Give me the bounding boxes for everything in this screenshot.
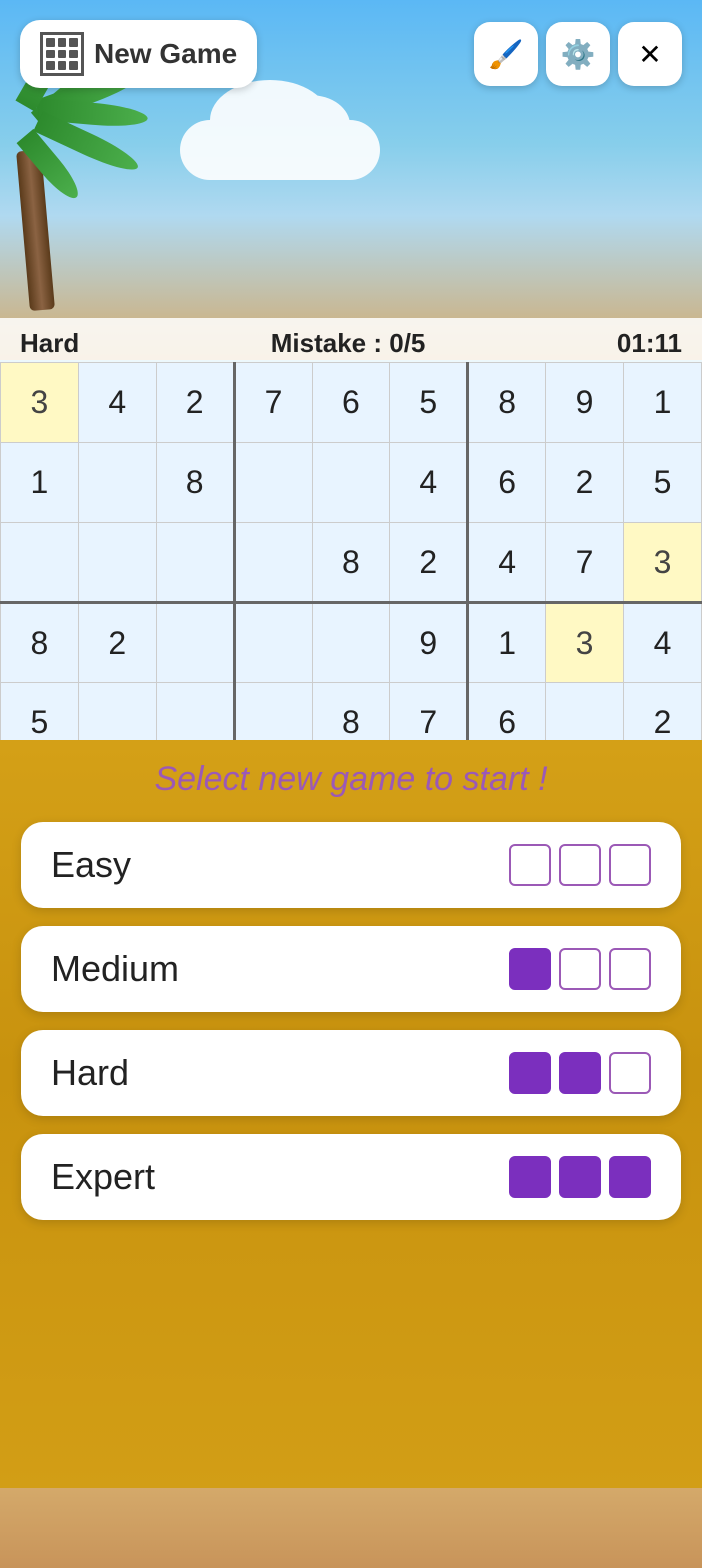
cell-1-6[interactable]: 6 [468, 443, 546, 523]
table-row: 8 2 4 7 3 [1, 523, 702, 603]
cell-2-3[interactable] [234, 523, 312, 603]
easy-dot-1 [509, 844, 551, 886]
medium-difficulty-button[interactable]: Medium [21, 926, 681, 1012]
hard-dot-2 [559, 1052, 601, 1094]
cell-0-5[interactable]: 5 [390, 363, 468, 443]
hard-dot-1 [509, 1052, 551, 1094]
beach-strip [0, 1488, 702, 1568]
cell-0-8[interactable]: 1 [624, 363, 702, 443]
cell-0-3[interactable]: 7 [234, 363, 312, 443]
easy-difficulty-button[interactable]: Easy [21, 822, 681, 908]
top-bar: New Game 🖌️ ⚙️ ✕ [0, 20, 702, 88]
cell-1-8[interactable]: 5 [624, 443, 702, 523]
table-row: 1 8 4 6 2 5 [1, 443, 702, 523]
mistake-label: Mistake : 0/5 [271, 328, 426, 359]
cell-3-1[interactable]: 2 [78, 603, 156, 683]
cell-0-0[interactable]: 3 [1, 363, 79, 443]
new-game-button[interactable]: New Game [20, 20, 257, 88]
sudoku-grid: 3 4 2 7 6 5 8 9 1 1 8 4 6 2 5 8 2 [0, 362, 702, 763]
expert-dot-3 [609, 1156, 651, 1198]
table-row: 8 2 9 1 3 4 [1, 603, 702, 683]
medium-dot-3 [609, 948, 651, 990]
cell-0-1[interactable]: 4 [78, 363, 156, 443]
hard-dot-3 [609, 1052, 651, 1094]
close-icon: ✕ [638, 38, 661, 71]
cell-0-2[interactable]: 2 [156, 363, 234, 443]
settings-icon: ⚙️ [561, 38, 596, 71]
cell-2-2[interactable] [156, 523, 234, 603]
cell-1-0[interactable]: 1 [1, 443, 79, 523]
cell-0-7[interactable]: 9 [546, 363, 624, 443]
select-prompt: Select new game to start ! [154, 760, 547, 799]
palm-tree-decoration [0, 80, 150, 310]
cloud-decoration [180, 120, 380, 180]
cell-3-4[interactable] [312, 603, 390, 683]
expert-label: Expert [51, 1156, 155, 1198]
hard-difficulty-button[interactable]: Hard [21, 1030, 681, 1116]
medium-dot-1 [509, 948, 551, 990]
hard-label: Hard [51, 1052, 129, 1094]
expert-dot-2 [559, 1156, 601, 1198]
table-row: 3 4 2 7 6 5 8 9 1 [1, 363, 702, 443]
easy-label: Easy [51, 844, 131, 886]
cell-1-4[interactable] [312, 443, 390, 523]
expert-difficulty-button[interactable]: Expert [21, 1134, 681, 1220]
cell-3-3[interactable] [234, 603, 312, 683]
cell-3-0[interactable]: 8 [1, 603, 79, 683]
cell-1-5[interactable]: 4 [390, 443, 468, 523]
medium-label: Medium [51, 948, 179, 990]
top-right-buttons: 🖌️ ⚙️ ✕ [474, 22, 682, 86]
cell-2-4[interactable]: 8 [312, 523, 390, 603]
cell-2-0[interactable] [1, 523, 79, 603]
cell-3-6[interactable]: 1 [468, 603, 546, 683]
cell-1-3[interactable] [234, 443, 312, 523]
difficulty-label: Hard [20, 328, 79, 359]
cell-3-8[interactable]: 4 [624, 603, 702, 683]
timer-label: 01:11 [617, 328, 682, 359]
new-game-label: New Game [94, 38, 237, 70]
medium-dot-2 [559, 948, 601, 990]
grid-icon [40, 32, 84, 76]
cell-2-1[interactable] [78, 523, 156, 603]
sudoku-table: 3 4 2 7 6 5 8 9 1 1 8 4 6 2 5 8 2 [0, 362, 702, 763]
close-button[interactable]: ✕ [618, 22, 682, 86]
medium-dots [509, 948, 651, 990]
easy-dot-2 [559, 844, 601, 886]
cell-3-7[interactable]: 3 [546, 603, 624, 683]
expert-dot-1 [509, 1156, 551, 1198]
brush-button[interactable]: 🖌️ [474, 22, 538, 86]
cell-1-7[interactable]: 2 [546, 443, 624, 523]
easy-dot-3 [609, 844, 651, 886]
cell-0-6[interactable]: 8 [468, 363, 546, 443]
expert-dots [509, 1156, 651, 1198]
brush-icon: 🖌️ [489, 38, 524, 71]
cell-2-6[interactable]: 4 [468, 523, 546, 603]
cell-3-5[interactable]: 9 [390, 603, 468, 683]
easy-dots [509, 844, 651, 886]
cell-2-5[interactable]: 2 [390, 523, 468, 603]
settings-button[interactable]: ⚙️ [546, 22, 610, 86]
hard-dots [509, 1052, 651, 1094]
cell-1-2[interactable]: 8 [156, 443, 234, 523]
cell-0-4[interactable]: 6 [312, 363, 390, 443]
cell-2-7[interactable]: 7 [546, 523, 624, 603]
cell-2-8[interactable]: 3 [624, 523, 702, 603]
difficulty-overlay: Select new game to start ! Easy Medium H… [0, 740, 702, 1568]
cell-3-2[interactable] [156, 603, 234, 683]
cell-1-1[interactable] [78, 443, 156, 523]
